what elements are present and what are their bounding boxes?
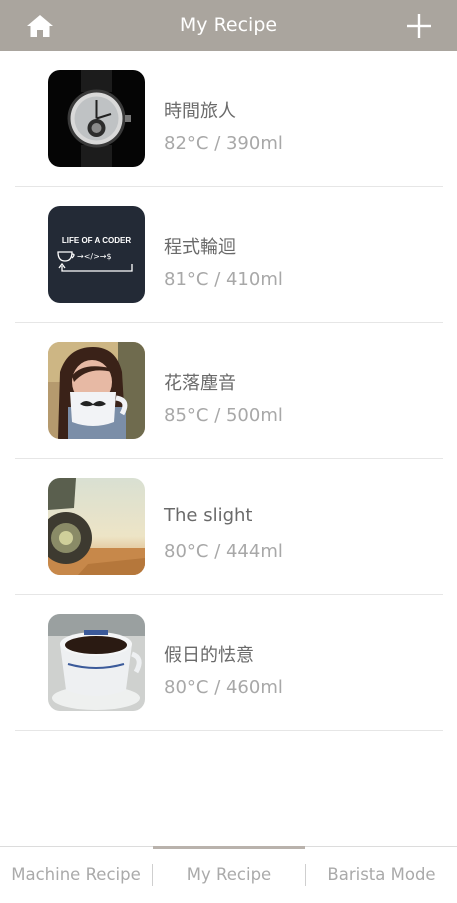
recipe-thumbnail-coder: LIFE OF A CODER →</>→$ <box>48 206 145 303</box>
recipe-name: 程式輪迴 <box>164 237 236 258</box>
recipe-item[interactable]: 假日的怯意 80°C / 460ml <box>15 595 443 731</box>
recipe-item[interactable]: 花落塵音 85°C / 500ml <box>15 323 443 459</box>
svg-text:→</>→$: →</>→$ <box>77 252 112 261</box>
recipe-thumbnail-watch <box>48 70 145 167</box>
recipe-item[interactable]: The slight 80°C / 444ml <box>15 459 443 595</box>
app-header: My Recipe <box>0 0 457 51</box>
recipe-name: 假日的怯意 <box>164 645 254 666</box>
recipe-name: 時間旅人 <box>164 101 236 122</box>
home-button[interactable] <box>26 13 54 39</box>
recipe-detail: 80°C / 460ml <box>164 677 283 698</box>
recipe-name: The slight <box>164 505 253 526</box>
recipe-item[interactable]: LIFE OF A CODER →</>→$ 程式輪迴 81°C / 410ml <box>15 187 443 323</box>
recipe-thumbnail-coffee <box>48 614 145 711</box>
add-recipe-button[interactable] <box>407 14 431 38</box>
recipe-thumbnail-tractor <box>48 478 145 575</box>
recipe-name: 花落塵音 <box>164 373 236 394</box>
home-icon <box>27 15 53 37</box>
recipe-detail: 80°C / 444ml <box>164 541 283 562</box>
bottom-tab-bar: Machine Recipe My Recipe Barista Mode <box>0 846 457 901</box>
recipe-detail: 82°C / 390ml <box>164 133 283 154</box>
recipe-detail: 85°C / 500ml <box>164 405 283 426</box>
page-title: My Recipe <box>179 14 278 36</box>
svg-text:LIFE OF A CODER: LIFE OF A CODER <box>62 236 131 245</box>
recipe-thumbnail-person <box>48 342 145 439</box>
tab-barista-mode[interactable]: Barista Mode <box>306 847 457 901</box>
plus-icon <box>407 14 431 38</box>
tab-machine-recipe[interactable]: Machine Recipe <box>0 847 152 901</box>
recipe-list: 時間旅人 82°C / 390ml LIFE OF A CODER →</>→$… <box>0 51 457 731</box>
recipe-detail: 81°C / 410ml <box>164 269 283 290</box>
tab-my-recipe[interactable]: My Recipe <box>153 847 305 901</box>
recipe-item[interactable]: 時間旅人 82°C / 390ml <box>15 51 443 187</box>
